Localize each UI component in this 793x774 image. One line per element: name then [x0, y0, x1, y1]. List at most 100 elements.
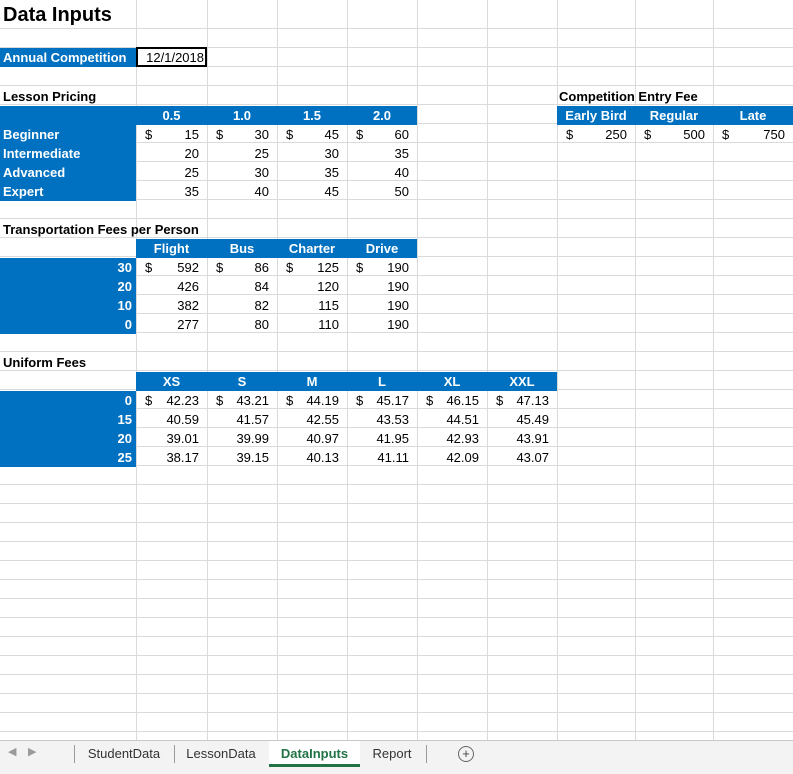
uniform-cell-value[interactable]: 43.53	[347, 410, 409, 429]
scroll-right-icon[interactable]: ▶	[28, 745, 36, 758]
uniform-col-header[interactable]: M	[277, 372, 347, 391]
transportation-cell-value[interactable]: 382	[136, 296, 199, 315]
transportation-row-label[interactable]: 0	[0, 315, 132, 334]
uniform-cell-value[interactable]: 45.49	[487, 410, 549, 429]
lesson_pricing-cell-value[interactable]: 30	[277, 144, 339, 163]
uniform-cell-value[interactable]: 47.13	[487, 391, 549, 410]
uniform-row-label[interactable]: 0	[0, 391, 132, 410]
lesson_pricing-cell-value[interactable]: 20	[136, 144, 199, 163]
lesson_pricing-cell-value[interactable]: 50	[347, 182, 409, 201]
tab-studentdata[interactable]: StudentData	[76, 741, 172, 767]
uniform-col-header[interactable]: S	[207, 372, 277, 391]
uniform-cell-value[interactable]: 44.19	[277, 391, 339, 410]
transportation-heading[interactable]: Transportation Fees per Person	[3, 220, 199, 239]
uniform-cell-value[interactable]: 42.93	[417, 429, 479, 448]
lesson_pricing-cell-value[interactable]: 45	[277, 182, 339, 201]
lesson_pricing-cell-value[interactable]: 25	[136, 163, 199, 182]
entry-fee-cell-value[interactable]: 750	[713, 125, 785, 144]
transportation-row-label[interactable]: 10	[0, 296, 132, 315]
uniform-row-label[interactable]: 25	[0, 448, 132, 467]
uniform-cell-value[interactable]: 44.51	[417, 410, 479, 429]
uniform-cell-value[interactable]: 40.59	[136, 410, 199, 429]
transportation-col-header[interactable]: Drive	[347, 239, 417, 258]
lesson_pricing-cell-value[interactable]: 35	[136, 182, 199, 201]
transportation-cell-value[interactable]: 426	[136, 277, 199, 296]
lesson_pricing-col-header[interactable]: 1.5	[277, 106, 347, 125]
uniform-row-label[interactable]: 20	[0, 429, 132, 448]
uniform-cell-value[interactable]: 43.07	[487, 448, 549, 467]
entry-fee-col-header[interactable]: Late	[713, 106, 793, 125]
lesson_pricing-row-label[interactable]: Expert	[3, 182, 43, 201]
uniform-col-header[interactable]: XS	[136, 372, 207, 391]
uniform-cell-value[interactable]: 40.97	[277, 429, 339, 448]
entry-fee-col-header[interactable]: Early Bird	[557, 106, 635, 125]
uniform-cell-value[interactable]: 43.91	[487, 429, 549, 448]
uniform-cell-value[interactable]: 41.57	[207, 410, 269, 429]
tab-lessondata[interactable]: LessonData	[176, 741, 266, 767]
transportation-cell-value[interactable]: 190	[347, 296, 409, 315]
uniform-cell-value[interactable]: 39.01	[136, 429, 199, 448]
lesson_pricing-cell-value[interactable]: 40	[347, 163, 409, 182]
uniform-cell-value[interactable]: 42.23	[136, 391, 199, 410]
lesson_pricing-cell-value[interactable]: 35	[347, 144, 409, 163]
lesson_pricing-row-label[interactable]: Beginner	[3, 125, 59, 144]
transportation-col-header[interactable]: Flight	[136, 239, 207, 258]
transportation-col-header[interactable]: Bus	[207, 239, 277, 258]
transportation-cell-value[interactable]: 120	[277, 277, 339, 296]
uniform-col-header[interactable]: XL	[417, 372, 487, 391]
uniform-cell-value[interactable]: 41.95	[347, 429, 409, 448]
entry-fee-heading[interactable]: Competition Entry Fee	[559, 87, 698, 106]
lesson_pricing-cell-value[interactable]: 35	[277, 163, 339, 182]
lesson_pricing-cell-value[interactable]: 30	[207, 125, 269, 144]
entry-fee-cell-value[interactable]: 500	[635, 125, 705, 144]
plus-circle-icon[interactable]: +	[458, 746, 474, 762]
transportation-cell-value[interactable]: 190	[347, 277, 409, 296]
uniform-cell-value[interactable]: 45.17	[347, 391, 409, 410]
transportation-cell-value[interactable]: 125	[277, 258, 339, 277]
uniform-cell-value[interactable]: 39.15	[207, 448, 269, 467]
uniform-cell-value[interactable]: 43.21	[207, 391, 269, 410]
uniform-row-label[interactable]: 15	[0, 410, 132, 429]
sheet-title[interactable]: Data Inputs	[3, 1, 112, 29]
annual-competition-label[interactable]: Annual Competition	[3, 48, 127, 67]
transportation-row-label[interactable]: 30	[0, 258, 132, 277]
lesson_pricing-cell-value[interactable]: 15	[136, 125, 199, 144]
scroll-left-icon[interactable]: ◀	[8, 745, 16, 758]
uniform-heading[interactable]: Uniform Fees	[3, 353, 86, 372]
uniform-col-header[interactable]: XXL	[487, 372, 557, 391]
lesson_pricing-cell-value[interactable]: 45	[277, 125, 339, 144]
lesson_pricing-cell-value[interactable]: 60	[347, 125, 409, 144]
tab-report[interactable]: Report	[360, 741, 424, 767]
lesson_pricing-col-header[interactable]: 0.5	[136, 106, 207, 125]
transportation-cell-value[interactable]: 110	[277, 315, 339, 334]
transportation-cell-value[interactable]: 82	[207, 296, 269, 315]
uniform-col-header[interactable]: L	[347, 372, 417, 391]
transportation-cell-value[interactable]: 86	[207, 258, 269, 277]
transportation-cell-value[interactable]: 115	[277, 296, 339, 315]
lesson_pricing-cell-value[interactable]: 30	[207, 163, 269, 182]
transportation-cell-value[interactable]: 190	[347, 258, 409, 277]
uniform-cell-value[interactable]: 41.11	[347, 448, 409, 467]
uniform-cell-value[interactable]: 40.13	[277, 448, 339, 467]
uniform-cell-value[interactable]: 42.55	[277, 410, 339, 429]
transportation-cell-value[interactable]: 277	[136, 315, 199, 334]
uniform-cell-value[interactable]: 38.17	[136, 448, 199, 467]
entry-fee-cell-value[interactable]: 250	[557, 125, 627, 144]
lesson_pricing-cell-value[interactable]: 25	[207, 144, 269, 163]
spreadsheet-grid[interactable]: Data Inputs Annual Competition 12/1/2018…	[0, 0, 793, 740]
uniform-cell-value[interactable]: 42.09	[417, 448, 479, 467]
uniform-cell-value[interactable]: 39.99	[207, 429, 269, 448]
lesson_pricing-cell-value[interactable]: 40	[207, 182, 269, 201]
lesson_pricing-col-header[interactable]: 1.0	[207, 106, 277, 125]
lesson_pricing-row-label[interactable]: Advanced	[3, 163, 65, 182]
lesson-pricing-heading[interactable]: Lesson Pricing	[3, 87, 96, 106]
lesson_pricing-row-label[interactable]: Intermediate	[3, 144, 80, 163]
transportation-cell-value[interactable]: 190	[347, 315, 409, 334]
tab-datainputs[interactable]: DataInputs	[269, 741, 360, 767]
lesson_pricing-col-header[interactable]: 2.0	[347, 106, 417, 125]
transportation-cell-value[interactable]: 80	[207, 315, 269, 334]
entry-fee-col-header[interactable]: Regular	[635, 106, 713, 125]
transportation-col-header[interactable]: Charter	[277, 239, 347, 258]
transportation-cell-value[interactable]: 84	[207, 277, 269, 296]
transportation-cell-value[interactable]: 592	[136, 258, 199, 277]
